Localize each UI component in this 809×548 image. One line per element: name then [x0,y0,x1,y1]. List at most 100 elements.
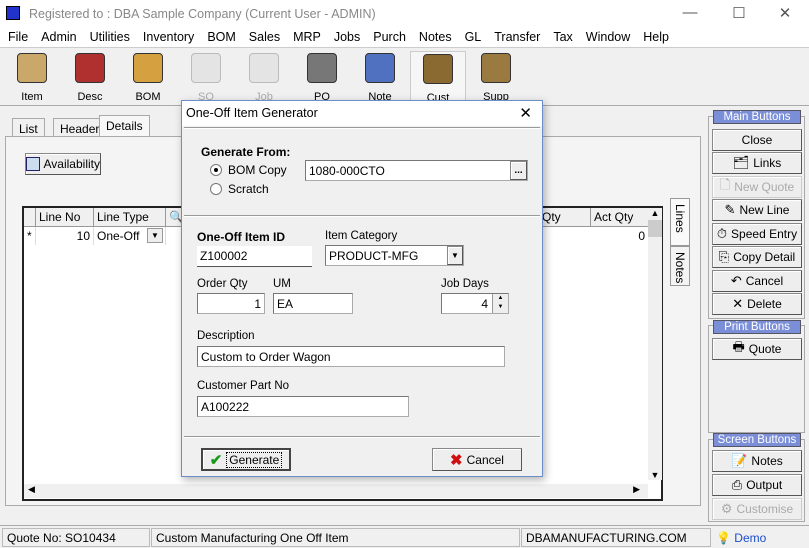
cell-line-type[interactable]: One-Off ▼ [94,227,166,245]
chevron-down-icon[interactable]: ▼ [147,228,163,243]
new-quote-button[interactable]: 🗋 New Quote [712,176,802,198]
tab-list[interactable]: List [12,118,45,137]
item-id-input[interactable]: Z100002 [197,246,312,267]
customise-button[interactable]: ⚙ Customise [712,498,802,520]
order-qty-input[interactable]: 1 [197,293,265,314]
col-qty[interactable]: Qty [539,208,591,227]
menu-tax[interactable]: Tax [545,28,577,47]
toolbar-so-button[interactable]: SO [178,51,234,105]
main-buttons-header: Main Buttons [713,110,801,124]
status-quote-no: Quote No: SO10434 [2,528,150,547]
customer-part-label: Customer Part No [197,380,290,392]
spinner-arrows-icon[interactable]: ▲ ▼ [492,294,508,313]
new-line-button[interactable]: ✎ New Line [712,199,802,221]
order-qty-label: Order Qty [197,278,248,290]
po-icon [307,53,337,83]
speed-entry-button[interactable]: ⏱ Speed Entry [712,223,802,245]
job-days-spinner[interactable]: 4 ▲ ▼ [441,293,509,314]
tab-details[interactable]: Details [99,115,150,137]
cancel-button[interactable]: ✖ Cancel [432,448,522,471]
menu-gl[interactable]: GL [457,28,487,47]
job-days-value: 4 [481,297,488,311]
toolbar-bom-button[interactable]: BOM [120,51,176,105]
status-mode: 💡 Demo [716,531,766,545]
menu-file[interactable]: File [0,28,33,47]
availability-button[interactable]: Availability [25,153,101,175]
close-window-button[interactable]: ✕ [770,4,800,22]
menu-notes[interactable]: Notes [411,28,457,47]
col-line-no[interactable]: Line No [36,208,94,227]
radio-scratch[interactable]: Scratch [210,182,269,196]
quote-button[interactable]: 🖶 Quote [712,338,802,360]
app-icon[interactable] [6,6,20,20]
toolbar-job-button[interactable]: Job [236,51,292,105]
toolbar-supp-button[interactable]: Supp [468,51,524,105]
undo-icon: ↶ [730,273,742,288]
generate-button[interactable]: ✔ Generate [201,448,291,471]
dialog-close-button[interactable]: ✕ [519,104,532,122]
close-button[interactable]: Close [712,129,802,151]
menu-purch[interactable]: Purch [365,28,411,47]
radio-scratch-circle[interactable] [210,183,222,195]
so-icon [191,53,221,83]
notes-button[interactable]: 📝 Notes [712,450,802,472]
menu-mrp[interactable]: MRP [285,28,326,47]
toolbar-po-button[interactable]: PO [294,51,350,105]
copy-icon: ⎘ [718,249,730,264]
notes-icon: 📝 [731,453,748,468]
browse-button[interactable]: ... [510,161,527,180]
customer-part-input[interactable]: A100222 [197,396,409,417]
col-line-type[interactable]: Line Type [94,208,166,227]
item-category-select[interactable]: PRODUCT-MFG ▼ [325,245,464,266]
col-act-qty[interactable]: Act Qty [591,208,649,227]
menu-transfer[interactable]: Transfer [486,28,545,47]
availability-icon [26,157,40,171]
toolbar-label: Item [21,91,43,103]
side-tab-notes[interactable]: Notes [670,246,690,286]
button-label: Output [746,478,783,492]
um-label: UM [273,278,291,290]
maximize-button[interactable]: ☐ [724,4,754,22]
menu-bom[interactable]: BOM [199,28,240,47]
um-input[interactable]: EA [273,293,353,314]
links-button[interactable]: 🗂 Links [712,152,802,174]
toolbar-item-button[interactable]: Item [4,51,60,105]
toolbar-desc-button[interactable]: Desc [62,51,118,105]
menu-inventory[interactable]: Inventory [135,28,199,47]
availability-label: Availability [43,157,100,171]
bom-item-input[interactable]: 1080-000CTO... [305,160,528,181]
button-label: Delete [747,297,782,311]
menu-help[interactable]: Help [635,28,674,47]
copy-detail-button[interactable]: ⎘ Copy Detail [712,246,802,268]
scroll-thumb[interactable] [648,220,662,237]
horizontal-scrollbar[interactable]: ◀ ▶ [24,484,648,498]
cancel-button[interactable]: ↶ Cancel [712,270,802,292]
toolbar-cust-button[interactable]: Cust [410,51,466,105]
menu-admin[interactable]: Admin [33,28,81,47]
radio-bom-copy[interactable]: BOM Copy [210,163,287,177]
menu-sales[interactable]: Sales [241,28,285,47]
radio-bom-copy-circle[interactable] [210,164,222,176]
chevron-down-icon[interactable]: ▼ [447,246,463,265]
toolbar-note-button[interactable]: Note [352,51,408,105]
cell-act-qty[interactable]: 0 [591,227,649,245]
vertical-scrollbar[interactable]: ▲ ▼ [648,208,662,480]
minimize-button[interactable]: — [675,4,705,21]
button-label: Copy Detail [733,250,796,264]
line-type-value: One-Off [97,229,140,243]
menu-window[interactable]: Window [578,28,635,47]
links-icon: 🗂 [732,155,750,170]
menu-utilities[interactable]: Utilities [82,28,135,47]
generate-label: Generate [226,451,283,468]
output-button[interactable]: ⎙ Output [712,474,802,496]
dialog-title-text: One-Off Item Generator [186,106,318,120]
row-indicator: * [24,227,36,245]
menu-jobs[interactable]: Jobs [326,28,365,47]
job-days-label: Job Days [441,278,489,290]
side-tab-lines[interactable]: Lines [670,198,690,246]
cell-line-no[interactable]: 10 [36,227,94,245]
checkmark-icon: ✔ [209,451,223,469]
description-input[interactable]: Custom to Order Wagon [197,346,505,367]
delete-button[interactable]: ✕ Delete [712,293,802,315]
status-website[interactable]: DBAMANUFACTURING.COM [521,528,711,547]
